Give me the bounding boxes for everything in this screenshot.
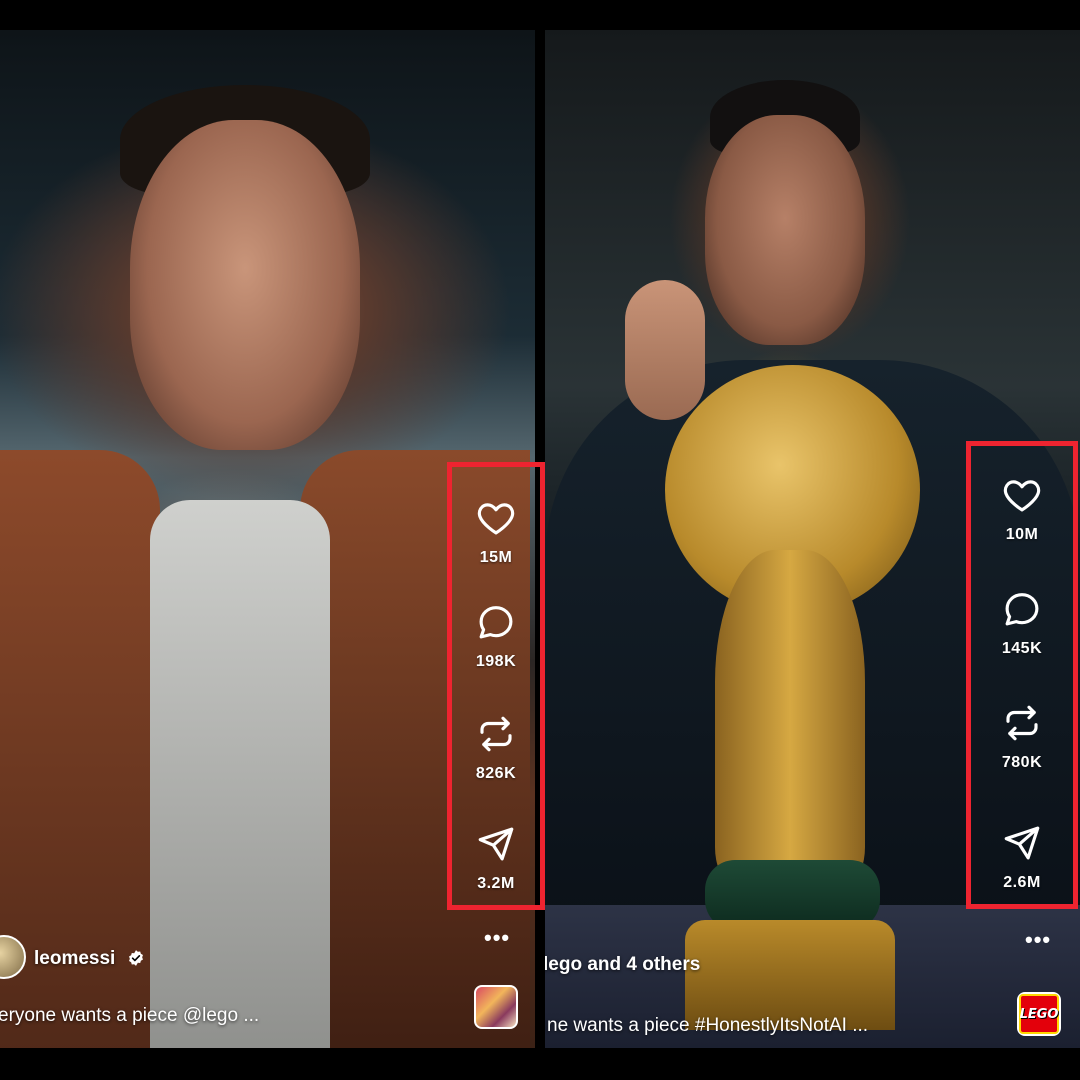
- action-rail-highlight: 15M 198K 826K 3.2M: [447, 462, 545, 910]
- video-frame-trophy: [715, 550, 865, 880]
- more-dots-icon[interactable]: •••: [1025, 927, 1051, 953]
- audio-thumbnail[interactable]: LEGO: [1017, 992, 1061, 1036]
- like-count: 10M: [1005, 526, 1039, 543]
- video-frame-trophy: [685, 920, 895, 1030]
- share-count: 3.2M: [477, 875, 515, 892]
- repost-button[interactable]: 826K: [452, 713, 540, 783]
- comment-bubble-icon: [1005, 593, 1039, 626]
- username-row[interactable]: leomessi: [34, 948, 145, 970]
- repost-button[interactable]: 780K: [971, 702, 1073, 772]
- comment-button[interactable]: 145K: [971, 588, 1073, 658]
- comment-bubble-icon: [479, 606, 513, 639]
- lego-logo: LEGO: [1019, 994, 1059, 1034]
- repost-icon: [480, 716, 512, 752]
- more-dots-icon[interactable]: •••: [484, 925, 510, 951]
- video-frame-hand: [625, 280, 705, 420]
- heart-icon: [477, 503, 515, 535]
- repost-count: 780K: [1001, 754, 1043, 771]
- heart-icon: [1003, 480, 1041, 512]
- username[interactable]: lego: [545, 954, 582, 975]
- collab-text[interactable]: and 4 others: [587, 954, 700, 975]
- username[interactable]: leomessi: [34, 948, 115, 969]
- collab-suffix: and 4 others: [587, 954, 701, 975]
- like-button[interactable]: 15M: [452, 497, 540, 567]
- share-count: 2.6M: [1003, 874, 1041, 891]
- like-button[interactable]: 10M: [971, 474, 1073, 544]
- verified-badge-icon: [128, 950, 143, 966]
- caption[interactable]: ne wants a piece #HonestlyItsNotAI ...: [547, 1015, 868, 1037]
- audio-thumbnail[interactable]: [474, 985, 518, 1029]
- username-row[interactable]: lego and 4 others: [545, 954, 700, 976]
- repost-count: 826K: [475, 765, 517, 782]
- share-button[interactable]: 2.6M: [971, 822, 1073, 892]
- video-frame-face: [130, 120, 360, 450]
- send-paper-plane-icon: [478, 827, 514, 861]
- comment-count: 198K: [475, 653, 517, 670]
- caption[interactable]: eryone wants a piece @lego ...: [0, 1005, 259, 1027]
- video-frame-face: [705, 115, 865, 345]
- share-button[interactable]: 3.2M: [452, 823, 540, 893]
- video-frame-shirt: [150, 500, 330, 1048]
- comment-count: 145K: [1001, 640, 1043, 657]
- send-paper-plane-icon: [1004, 826, 1040, 860]
- action-rail-highlight: 10M 145K 780K 2.6M: [966, 441, 1078, 909]
- repost-icon: [1006, 705, 1038, 741]
- like-count: 15M: [479, 549, 513, 566]
- comment-button[interactable]: 198K: [452, 601, 540, 671]
